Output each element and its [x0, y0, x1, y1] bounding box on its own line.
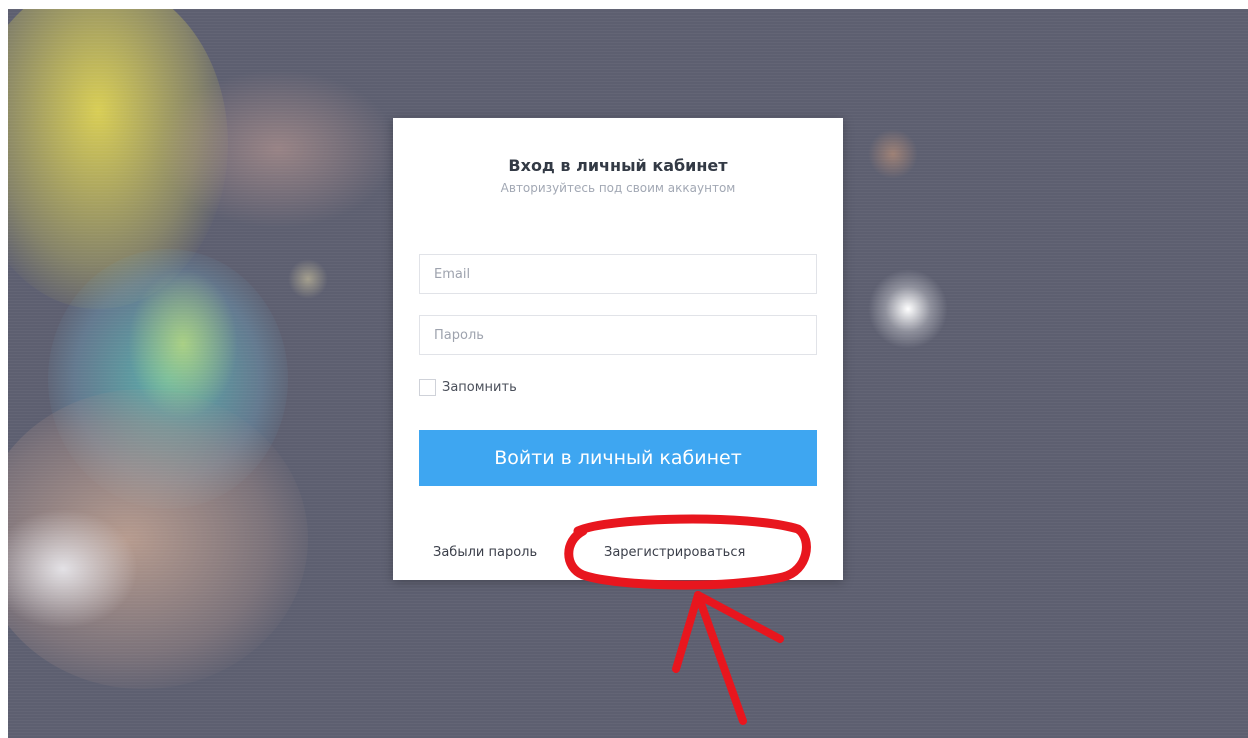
- login-subtitle: Авторизуйтесь под своим аккаунтом: [500, 181, 736, 195]
- remember-label: Запомнить: [442, 379, 517, 395]
- login-submit-button[interactable]: Войти в личный кабинет: [419, 430, 817, 486]
- remember-me[interactable]: Запомнить: [419, 377, 517, 397]
- email-input[interactable]: [419, 254, 817, 294]
- forgot-password-link[interactable]: Забыли пароль: [433, 545, 537, 560]
- login-title: Вход в личный кабинет: [508, 156, 728, 175]
- register-link[interactable]: Зарегистрироваться: [604, 545, 745, 560]
- login-card: Вход в личный кабинет Авторизуйтесь под …: [393, 118, 843, 580]
- screenshot-frame: Вход в личный кабинет Авторизуйтесь под …: [8, 9, 1248, 738]
- password-input[interactable]: [419, 315, 817, 355]
- remember-checkbox[interactable]: [419, 378, 436, 396]
